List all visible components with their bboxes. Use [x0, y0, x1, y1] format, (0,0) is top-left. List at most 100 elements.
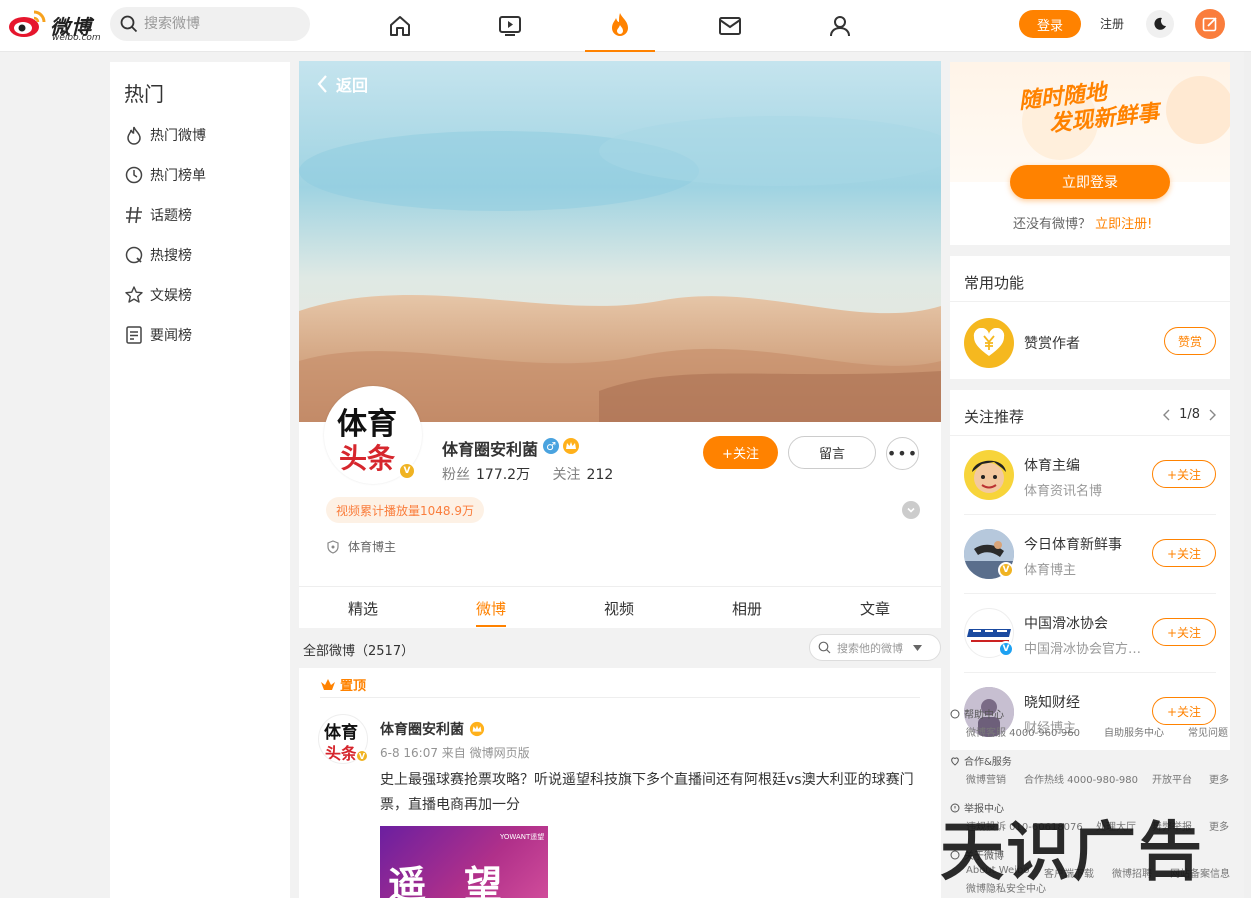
sidebar-item-hot-weibo[interactable]: 热门微博: [124, 120, 284, 150]
recommend-pager: 1/8: [1163, 407, 1216, 422]
caret-down-icon: [913, 644, 922, 651]
footer-link[interactable]: 微博营销: [966, 771, 1006, 786]
weibo-eye-icon: [9, 10, 46, 37]
footer-link[interactable]: 开放平台: [1152, 771, 1192, 786]
footer-help-heading: 帮助中心: [950, 706, 1004, 721]
beach-cover-image: [299, 61, 941, 422]
register-link[interactable]: 注册: [1100, 15, 1124, 32]
footer-coop-heading: 合作&服务: [950, 753, 1012, 768]
recommend-name[interactable]: 今日体育新鲜事: [1024, 534, 1122, 554]
divider: [964, 514, 1216, 515]
login-button[interactable]: 登录: [1019, 10, 1081, 38]
fans-count[interactable]: 177.2万: [476, 467, 530, 483]
sidebar-item-hot-search[interactable]: 热搜榜: [124, 240, 284, 270]
compose-button[interactable]: [1195, 9, 1225, 39]
document-icon: [126, 326, 142, 344]
heart-yen-icon: [973, 328, 1005, 356]
moon-icon: [1154, 17, 1166, 30]
user-weibo-search[interactable]: 搜索他的微博: [809, 634, 941, 661]
back-label: 返回: [336, 76, 369, 95]
footer-coop-title: 合作&服务: [964, 757, 1012, 768]
chevron-down-icon: [907, 507, 915, 513]
sidebar-item-news[interactable]: 要闻榜: [124, 320, 284, 350]
video-icon: [499, 16, 521, 36]
back-button[interactable]: 返回: [316, 72, 368, 96]
follow-recommend-title: 关注推荐: [964, 408, 1025, 426]
user-icon: [830, 16, 850, 37]
following-count[interactable]: 212: [587, 467, 614, 483]
fire-icon: [127, 126, 141, 145]
register-now-link[interactable]: 立即注册!: [1095, 217, 1152, 232]
follow-button[interactable]: +关注: [1152, 460, 1216, 488]
nav-home[interactable]: [365, 0, 435, 52]
sidebar-item-label: 热门微博: [150, 128, 206, 144]
footer-link[interactable]: 微博客服 4000-960-960: [966, 724, 1080, 739]
footer-link[interactable]: 自助服务中心: [1104, 724, 1164, 739]
user-weibo-search-placeholder: 搜索他的微博: [837, 641, 903, 655]
sidebar-item-label: 话题榜: [150, 208, 192, 224]
tab-video[interactable]: 视频: [604, 598, 634, 619]
help-icon: [950, 709, 960, 718]
divider: [320, 697, 920, 698]
tab-weibo[interactable]: 微博: [476, 598, 507, 627]
nav-profile[interactable]: [805, 0, 875, 52]
footer-link[interactable]: 合作热线 4000-980-980: [1024, 771, 1138, 786]
watermark-text: 天识广告: [940, 816, 1204, 890]
shield-icon: [327, 539, 339, 554]
page-scrollbar[interactable]: [1244, 52, 1251, 898]
follow-button[interactable]: +关注: [703, 436, 778, 469]
top-nav: 微博 weibo.com 登录 注册: [0, 0, 1251, 52]
footer-link[interactable]: 更多: [1209, 771, 1229, 786]
weibo-logo[interactable]: 微博 weibo.com: [8, 6, 101, 43]
promo-register-text: 还没有微博？ 立即注册!: [1013, 213, 1152, 232]
follow-button[interactable]: +关注: [1152, 539, 1216, 567]
crown-icon: [469, 721, 484, 737]
sidebar-item-label: 热门榜单: [150, 168, 206, 184]
chevron-right-icon[interactable]: [1208, 409, 1216, 421]
expand-profile-button[interactable]: [902, 501, 920, 519]
recommend-name[interactable]: 体育主编: [1024, 455, 1080, 475]
recommend-desc: 体育博主: [1024, 563, 1077, 578]
follow-button[interactable]: +关注: [1152, 618, 1216, 646]
follow-button[interactable]: +关注: [1152, 697, 1216, 725]
tab-album[interactable]: 相册: [732, 598, 762, 619]
search-input[interactable]: [142, 13, 302, 35]
search-box[interactable]: [110, 7, 310, 41]
footer-link[interactable]: 常见问题: [1188, 724, 1228, 739]
message-button[interactable]: 留言: [788, 436, 876, 469]
recommend-avatar[interactable]: [964, 450, 1014, 500]
nav-hot[interactable]: [585, 0, 655, 52]
post-author-name[interactable]: 体育圈安利菌: [380, 719, 485, 739]
dark-mode-toggle[interactable]: [1146, 10, 1174, 38]
sidebar-item-entertainment[interactable]: 文娱榜: [124, 280, 284, 310]
pinned-label: 置顶: [320, 675, 366, 694]
pinned-text: 置顶: [340, 679, 367, 694]
tab-articles[interactable]: 文章: [860, 598, 890, 619]
reward-button[interactable]: 赞赏: [1164, 327, 1216, 355]
nav-video[interactable]: [475, 0, 545, 52]
sidebar-item-hot-list[interactable]: 热门榜单: [124, 160, 284, 190]
promo-decoration: [1166, 76, 1230, 144]
reward-author-label: 赞赏作者: [1024, 336, 1080, 352]
divider: [964, 672, 1216, 673]
recommend-name[interactable]: 晓知财经: [1024, 692, 1080, 712]
login-now-button[interactable]: 立即登录: [1010, 165, 1170, 199]
search-icon: [120, 15, 138, 33]
post-meta[interactable]: 6-8 16:07 来自 微博网页版: [380, 744, 530, 761]
nav-messages[interactable]: [695, 0, 765, 52]
more-options-button[interactable]: •••: [886, 437, 919, 470]
chevron-left-icon[interactable]: [1163, 409, 1171, 421]
no-account-text: 还没有微博？: [1013, 217, 1092, 232]
footer-link[interactable]: 更多: [1209, 818, 1229, 833]
heart-icon: [951, 756, 959, 766]
all-weibo-count[interactable]: 全部微博（2517）: [303, 640, 414, 659]
alert-icon: [950, 803, 960, 812]
recommend-name[interactable]: 中国滑冰协会: [1024, 613, 1108, 633]
tab-featured[interactable]: 精选: [348, 598, 378, 619]
fans-label: 粉丝: [442, 467, 470, 483]
recommend-desc: 体育资讯名博: [1024, 484, 1103, 499]
post-image[interactable]: YOWANT遥望 遥望: [380, 826, 548, 898]
sidebar-item-topics[interactable]: 话题榜: [124, 200, 284, 230]
search-ring-icon: [125, 246, 143, 264]
footer-report-heading: 举报中心: [950, 800, 1004, 815]
